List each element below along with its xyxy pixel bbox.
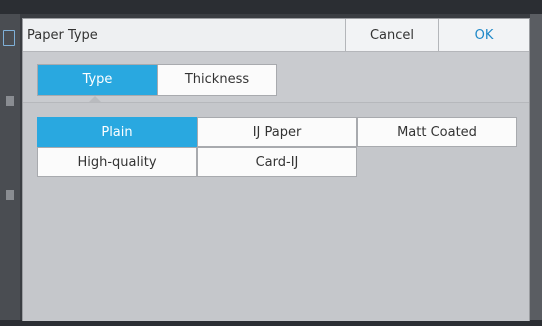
tab-type[interactable]: Type xyxy=(38,65,157,95)
option-ij-paper[interactable]: IJ Paper xyxy=(197,117,357,147)
option-high-quality[interactable]: High-quality xyxy=(37,147,197,177)
background-marker xyxy=(6,190,14,200)
background-marker xyxy=(6,96,14,106)
background-app-top xyxy=(0,0,542,14)
tab-panel: Type Thickness xyxy=(23,52,529,100)
tab-segmented-control: Type Thickness xyxy=(37,64,277,96)
document-icon xyxy=(3,30,15,46)
option-card-ij[interactable]: Card-IJ xyxy=(197,147,357,177)
paper-type-options-panel: Plain IJ Paper Matt Coated High-quality … xyxy=(23,103,529,321)
option-plain[interactable]: Plain xyxy=(37,117,197,147)
dialog-title-bar: Paper Type Cancel OK xyxy=(23,19,529,52)
background-app-left xyxy=(0,14,20,326)
background-app-right xyxy=(530,14,542,326)
cancel-button[interactable]: Cancel xyxy=(345,19,438,51)
tab-thickness[interactable]: Thickness xyxy=(157,65,276,95)
paper-type-dialog: Paper Type Cancel OK Type Thickness Plai… xyxy=(22,18,530,321)
option-matt-coated[interactable]: Matt Coated xyxy=(357,117,517,147)
ok-button[interactable]: OK xyxy=(438,19,529,51)
dialog-title: Paper Type xyxy=(27,28,98,43)
